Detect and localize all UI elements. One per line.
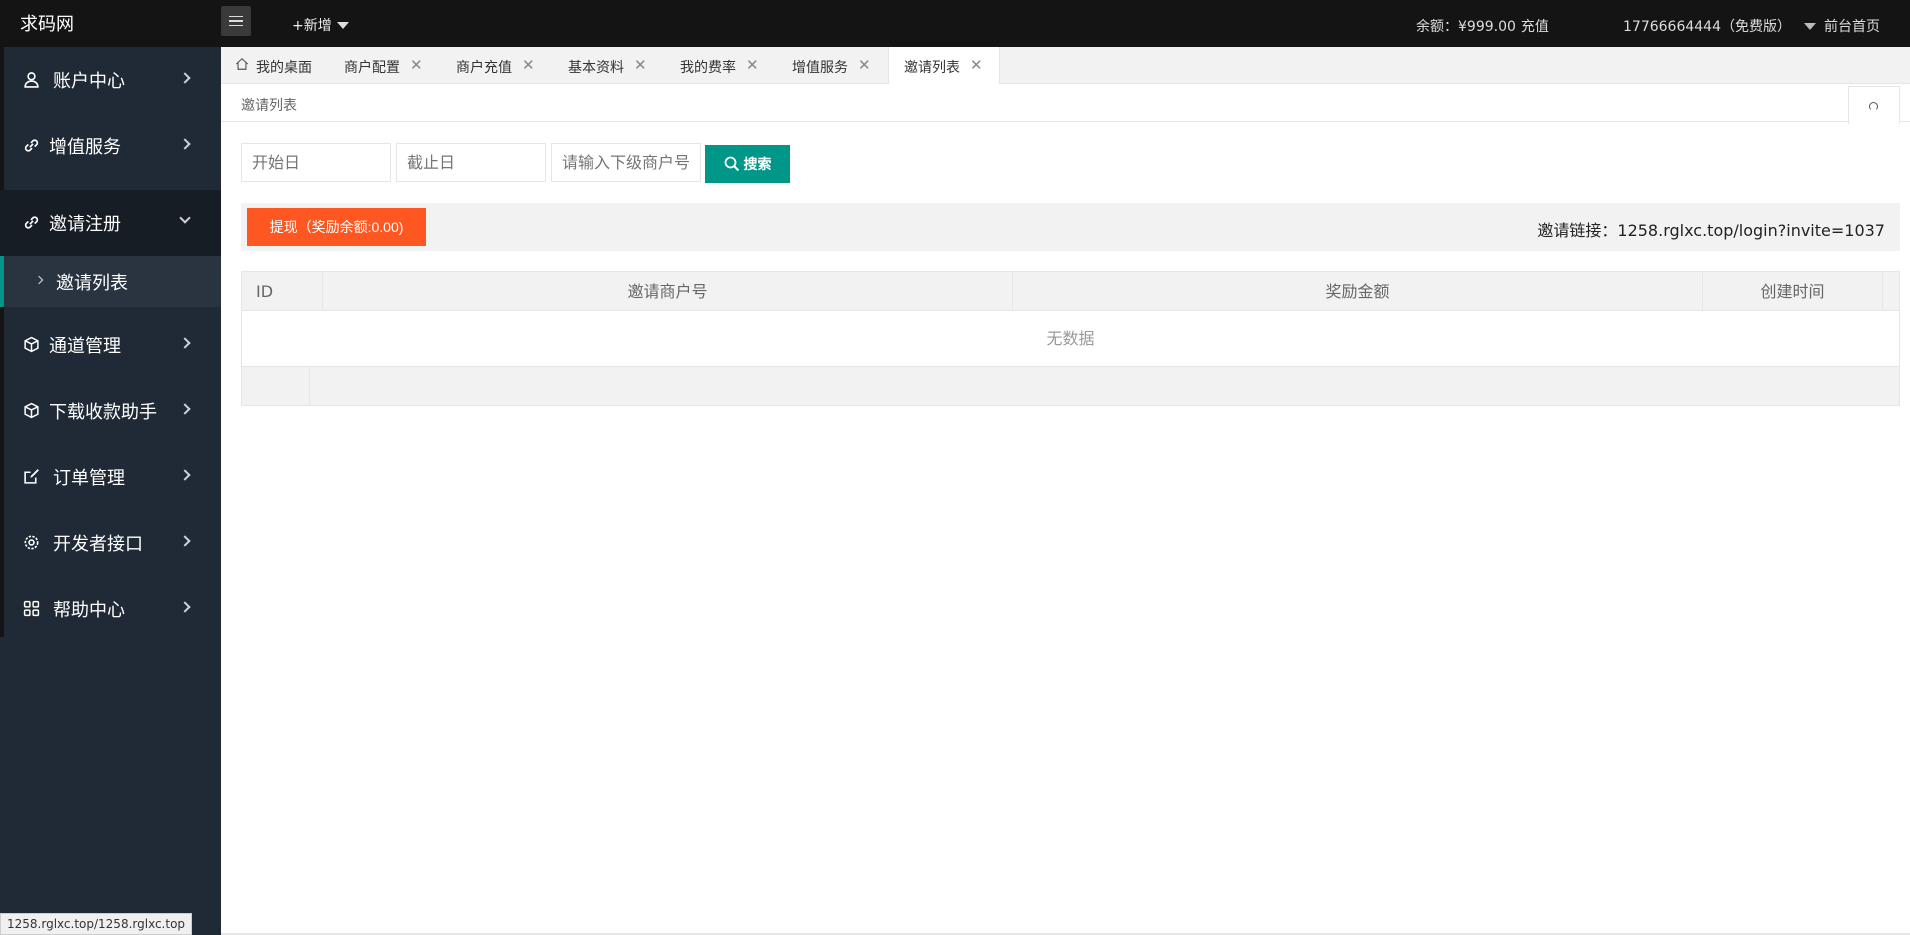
tab-merchant-config[interactable]: 商户配置 ✕ xyxy=(322,47,434,84)
cube-icon xyxy=(24,336,39,353)
menu-toggle-button[interactable] xyxy=(221,6,251,36)
chevron-right-icon xyxy=(179,72,191,84)
sidebar-item-label: 下载收款助手 xyxy=(49,402,157,423)
column-header-created[interactable]: 创建时间 xyxy=(1703,272,1883,311)
breadcrumb-current: 邀请列表 xyxy=(241,98,297,114)
sidebar-subitem-label: 邀请列表 xyxy=(56,273,128,294)
tab-label: 邀请列表 xyxy=(904,60,960,76)
breadcrumb: 邀请列表 xyxy=(221,84,1910,124)
sidebar-item-download[interactable]: 下载收款助手 xyxy=(0,378,221,444)
chevron-right-icon xyxy=(179,469,191,481)
table-footer xyxy=(242,367,1899,405)
sidebar-item-account[interactable]: 账户中心 xyxy=(0,47,221,113)
edit-icon xyxy=(24,469,39,484)
sidebar-item-orders[interactable]: 订单管理 xyxy=(0,444,221,510)
chevron-right-icon xyxy=(34,275,44,285)
close-icon[interactable]: ✕ xyxy=(858,56,871,74)
gear-icon xyxy=(24,535,39,550)
front-home-link[interactable]: 前台首页 xyxy=(1824,16,1880,36)
site-logo[interactable]: 求码网 xyxy=(20,10,74,36)
footer-cell xyxy=(242,367,310,405)
tab-bar: 我的桌面 商户配置 ✕ 商户充值 ✕ 基本资料 ✕ 我的费率 ✕ 增值服务 ✕ … xyxy=(221,47,1910,85)
chevron-right-icon xyxy=(179,403,191,415)
sidebar-item-label: 帮助中心 xyxy=(53,600,125,621)
refresh-icon xyxy=(1869,102,1878,111)
tab-label: 我的桌面 xyxy=(256,60,312,76)
start-date-input[interactable] xyxy=(241,143,391,182)
search-icon xyxy=(724,156,739,172)
user-name: 17766664444（免费版） xyxy=(1623,19,1791,35)
sidebar-item-label: 邀请注册 xyxy=(49,214,121,235)
balance-display: 余额：¥999.00 充值 xyxy=(1416,16,1549,36)
tab-label: 基本资料 xyxy=(568,60,624,76)
active-indicator xyxy=(0,256,4,307)
sidebar-item-label: 订单管理 xyxy=(53,468,125,489)
chevron-down-icon xyxy=(179,212,191,224)
invite-link-text: 邀请链接：1258.rglxc.top/login?invite=1037 xyxy=(1537,221,1885,240)
sidebar-item-label: 增值服务 xyxy=(49,137,121,158)
chevron-right-icon xyxy=(179,138,191,150)
tab-label: 我的费率 xyxy=(680,60,736,76)
hamburger-icon xyxy=(229,15,243,27)
home-icon xyxy=(235,57,249,70)
balance-value: 余额：¥999.00 xyxy=(1416,19,1516,35)
close-icon[interactable]: ✕ xyxy=(410,56,423,74)
tab-invite-list[interactable]: 邀请列表 ✕ xyxy=(888,47,1000,85)
user-dropdown[interactable]: 17766664444（免费版） xyxy=(1623,16,1816,36)
user-icon xyxy=(24,72,39,88)
tab-merchant-recharge[interactable]: 商户充值 ✕ xyxy=(434,47,546,84)
empty-state: 无数据 xyxy=(242,311,1899,367)
close-icon[interactable]: ✕ xyxy=(522,56,535,74)
sidebar-item-label: 通道管理 xyxy=(49,336,121,357)
chevron-right-icon xyxy=(179,535,191,547)
column-header-merchant[interactable]: 邀请商户号 xyxy=(323,272,1013,311)
top-header: 求码网 +新增 余额：¥999.00 充值 17766664444（免费版） 前台… xyxy=(0,0,1910,47)
sidebar-item-help[interactable]: 帮助中心 xyxy=(0,576,221,642)
chevron-right-icon xyxy=(179,601,191,613)
status-bar-url: 1258.rglxc.top/1258.rglxc.top xyxy=(0,913,193,935)
tab-label: 商户配置 xyxy=(344,60,400,76)
merchant-search-input[interactable] xyxy=(551,143,701,182)
withdraw-button[interactable]: 提现（奖励余额:0.00) xyxy=(247,208,426,246)
caret-down-icon xyxy=(336,21,349,29)
tab-label: 商户充值 xyxy=(456,60,512,76)
chevron-right-icon xyxy=(179,337,191,349)
close-icon[interactable]: ✕ xyxy=(746,56,759,74)
caret-down-icon xyxy=(1803,22,1816,30)
tab-label: 增值服务 xyxy=(792,60,848,76)
close-icon[interactable]: ✕ xyxy=(970,56,983,74)
refresh-button[interactable] xyxy=(1848,86,1900,124)
sidebar-item-channel[interactable]: 通道管理 xyxy=(0,312,221,378)
link-icon xyxy=(24,139,39,152)
tab-my-rate[interactable]: 我的费率 ✕ xyxy=(658,47,770,84)
table-header: ID 邀请商户号 奖励金额 创建时间 xyxy=(242,272,1899,311)
sidebar: 账户中心 增值服务 邀请注册 邀请列表 通道管理 下载收款助手 订单管理 开发者… xyxy=(0,47,221,935)
grid-icon xyxy=(23,600,40,617)
new-dropdown[interactable]: +新增 xyxy=(292,15,349,35)
search-button[interactable]: 搜索 xyxy=(705,145,790,183)
tab-basic-info[interactable]: 基本资料 ✕ xyxy=(546,47,658,84)
tab-my-desktop[interactable]: 我的桌面 xyxy=(221,47,322,84)
action-toolbar: 提现（奖励余额:0.00) 邀请链接：1258.rglxc.top/login?… xyxy=(241,203,1900,251)
sidebar-item-developer[interactable]: 开发者接口 xyxy=(0,510,221,576)
column-header-amount[interactable]: 奖励金额 xyxy=(1013,272,1703,311)
cube-icon xyxy=(24,402,39,419)
sidebar-item-label: 账户中心 xyxy=(53,71,125,92)
new-label: +新增 xyxy=(292,18,332,34)
end-date-input[interactable] xyxy=(396,143,546,182)
sidebar-subitem-invite-list[interactable]: 邀请列表 xyxy=(0,256,221,307)
column-header-id[interactable]: ID xyxy=(242,272,323,311)
close-icon[interactable]: ✕ xyxy=(634,56,647,74)
recharge-link[interactable]: 充值 xyxy=(1521,19,1549,35)
sidebar-item-value-added[interactable]: 增值服务 xyxy=(0,113,221,179)
search-button-label: 搜索 xyxy=(743,156,772,172)
sidebar-item-invite[interactable]: 邀请注册 xyxy=(0,190,221,256)
invite-table: ID 邀请商户号 奖励金额 创建时间 无数据 xyxy=(241,271,1900,406)
tab-value-added[interactable]: 增值服务 ✕ xyxy=(770,47,882,84)
link-icon xyxy=(24,216,39,229)
sidebar-item-label: 开发者接口 xyxy=(53,534,143,555)
